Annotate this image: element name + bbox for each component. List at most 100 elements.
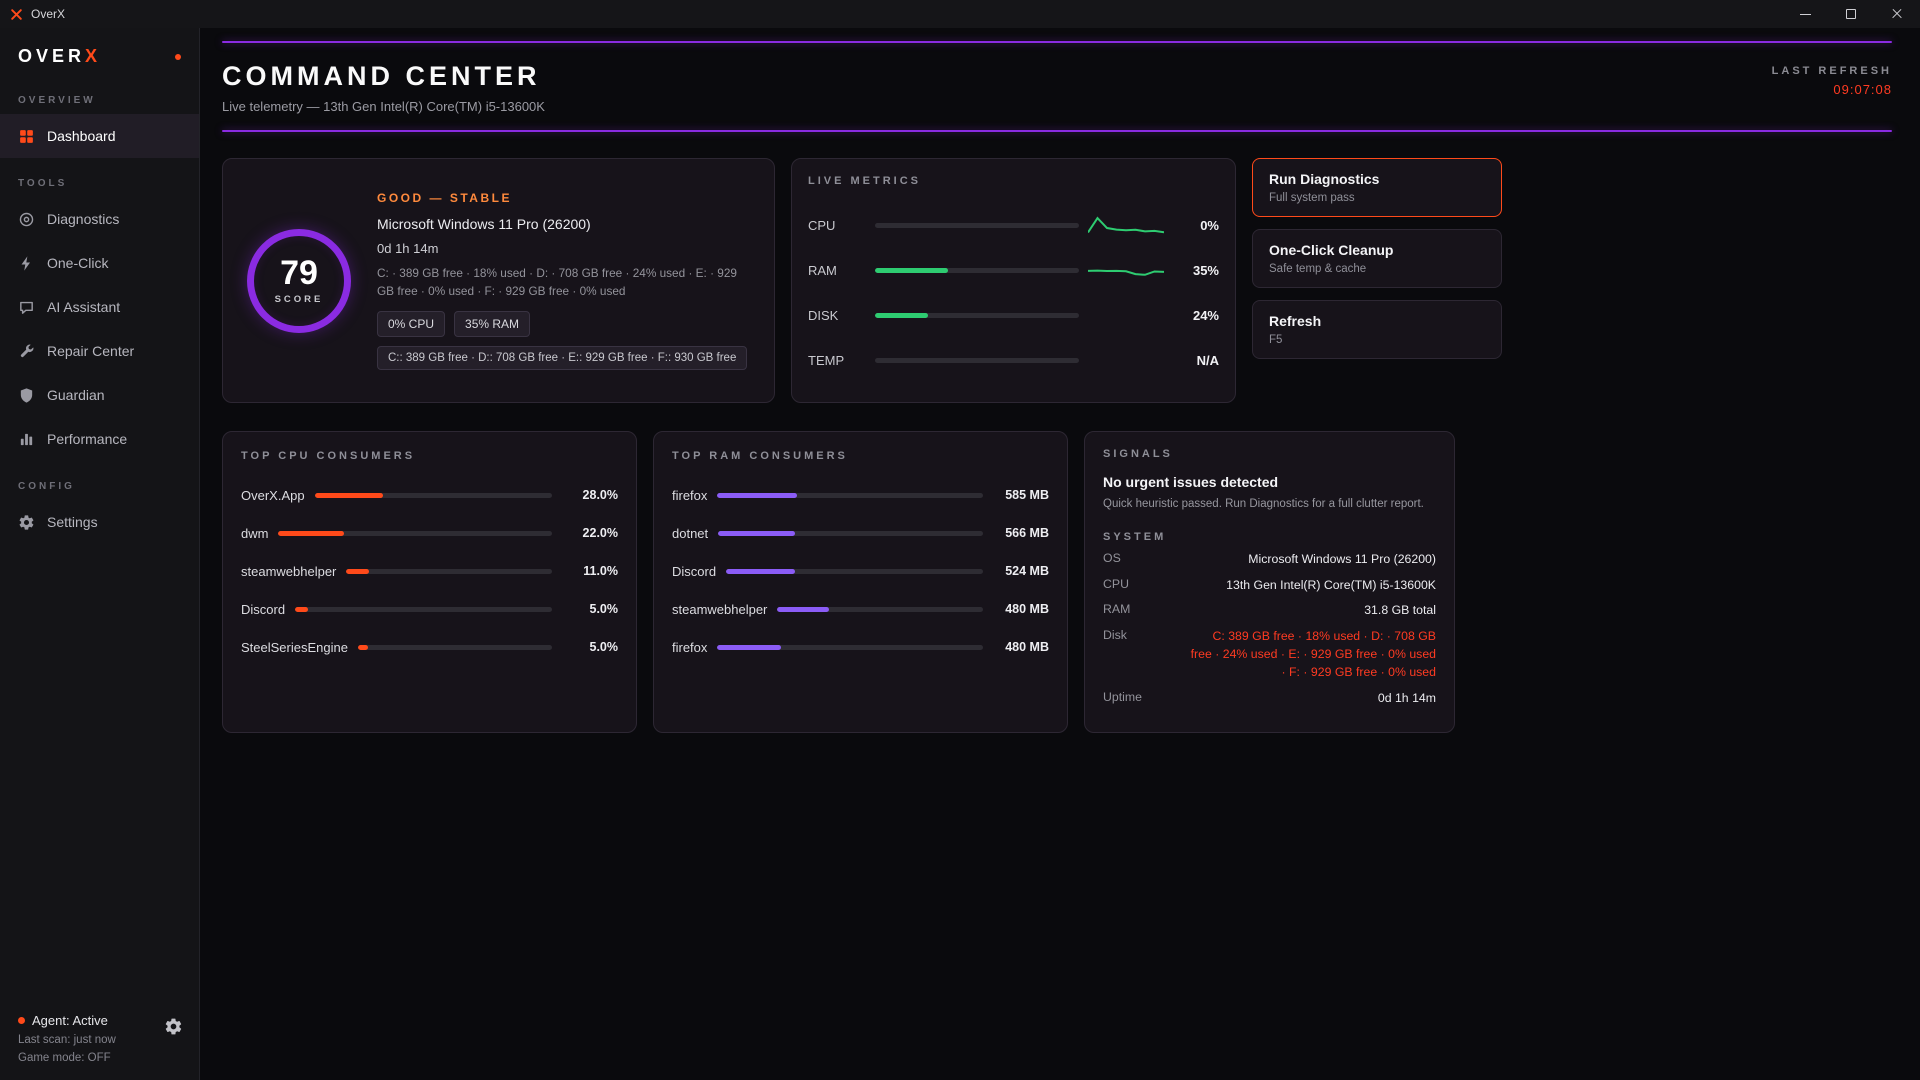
- consumer-row: firefox 585 MB: [672, 476, 1049, 514]
- consumer-bar-fill: [718, 531, 795, 536]
- last-refresh-label: LAST REFRESH: [1772, 65, 1892, 77]
- sidebar-item-settings[interactable]: Settings: [0, 500, 199, 544]
- sidebar-item-label: Repair Center: [47, 343, 134, 359]
- health-score-value: 79: [280, 256, 318, 290]
- sidebar-item-label: One-Click: [47, 255, 108, 271]
- sidebar-section: OVERVIEW Dashboard: [0, 75, 199, 158]
- sidebar-item-one-click[interactable]: One-Click: [0, 241, 199, 285]
- close-button[interactable]: [1874, 0, 1920, 28]
- sidebar-section: TOOLS Diagnostics One-Click AI Assistant…: [0, 158, 199, 461]
- metric-bar-track: [875, 313, 1079, 318]
- metric-value: N/A: [1173, 353, 1219, 368]
- health-os: Microsoft Windows 11 Pro (26200): [377, 216, 750, 232]
- consumer-bar-fill: [726, 569, 795, 574]
- page-header: COMMAND CENTER Live telemetry — 13th Gen…: [222, 61, 1892, 114]
- action-subtitle: Safe temp & cache: [1269, 263, 1485, 275]
- metric-row: TEMP N/A: [808, 338, 1219, 383]
- top-divider: [222, 41, 1892, 43]
- consumer-row: firefox 480 MB: [672, 628, 1049, 666]
- sidebar-item-ai-assistant[interactable]: AI Assistant: [0, 285, 199, 329]
- logo-status-dot: [175, 54, 181, 60]
- metric-row: DISK 24%: [808, 293, 1219, 338]
- action-one-click-cleanup[interactable]: One-Click Cleanup Safe temp & cache: [1252, 229, 1502, 288]
- grid-icon: [18, 128, 35, 145]
- process-name: Discord: [672, 564, 716, 579]
- system-info-row: Uptime 0d 1h 14m: [1103, 690, 1436, 708]
- metric-sparkline: [1088, 259, 1164, 283]
- consumer-bar-fill: [278, 531, 344, 536]
- metric-value: 0%: [1173, 218, 1219, 233]
- process-name: Discord: [241, 602, 285, 617]
- wrench-icon: [18, 343, 35, 360]
- sidebar-section-label: OVERVIEW: [0, 75, 199, 114]
- signals-description: Quick heuristic passed. Run Diagnostics …: [1103, 496, 1436, 513]
- window-controls: [1782, 0, 1920, 28]
- header-divider: [222, 130, 1892, 132]
- health-score-ring: 79 SCORE: [247, 229, 351, 333]
- sidebar-section-label: TOOLS: [0, 158, 199, 197]
- top-cpu-card: TOP CPU CONSUMERS OverX.App 28.0% dwm 22…: [222, 431, 637, 733]
- consumer-bar-track: [717, 493, 983, 498]
- consumer-bar-fill: [717, 493, 797, 498]
- metric-row: RAM 35%: [808, 248, 1219, 293]
- signals-title: SIGNALS: [1103, 448, 1436, 460]
- minimize-button[interactable]: [1782, 0, 1828, 28]
- system-value: 0d 1h 14m: [1378, 690, 1436, 708]
- action-title: Refresh: [1269, 313, 1485, 329]
- system-value: 31.8 GB total: [1364, 602, 1436, 620]
- sidebar-item-diagnostics[interactable]: Diagnostics: [0, 197, 199, 241]
- minimize-icon: [1800, 14, 1811, 15]
- consumer-row: Discord 524 MB: [672, 552, 1049, 590]
- metric-bar-track: [875, 268, 1079, 273]
- shield-icon: [18, 387, 35, 404]
- metric-bar-fill: [875, 313, 928, 318]
- system-info-list: OS Microsoft Windows 11 Pro (26200) CPU …: [1103, 551, 1436, 708]
- target-icon: [18, 211, 35, 228]
- logo-primary: OVER: [18, 46, 85, 66]
- process-name: firefox: [672, 640, 707, 655]
- health-uptime: 0d 1h 14m: [377, 241, 750, 256]
- consumer-bar-track: [718, 531, 983, 536]
- sidebar-item-performance[interactable]: Performance: [0, 417, 199, 461]
- consumer-bar-track: [295, 607, 552, 612]
- metric-sparkline: [1088, 349, 1164, 373]
- close-icon: [1891, 8, 1903, 20]
- consumer-bar-fill: [315, 493, 384, 498]
- action-run-diagnostics[interactable]: Run Diagnostics Full system pass: [1252, 158, 1502, 217]
- signals-headline: No urgent issues detected: [1103, 474, 1436, 490]
- sidebar-item-repair-center[interactable]: Repair Center: [0, 329, 199, 373]
- sidebar-section-label: CONFIG: [0, 461, 199, 500]
- process-name: firefox: [672, 488, 707, 503]
- process-value: 5.0%: [562, 640, 618, 654]
- last-scan-text: Last scan: just now: [18, 1034, 181, 1046]
- cpu-chip: 0% CPU: [377, 311, 445, 337]
- app-logo: OVERX: [0, 28, 199, 75]
- metric-sparkline: [1088, 214, 1164, 238]
- footer-settings-button[interactable]: [164, 1017, 183, 1036]
- cpu-consumer-list: OverX.App 28.0% dwm 22.0% steamwebhelper…: [241, 476, 618, 666]
- signals-card: SIGNALS No urgent issues detected Quick …: [1084, 431, 1455, 733]
- process-value: 480 MB: [993, 640, 1049, 654]
- top-ram-card: TOP RAM CONSUMERS firefox 585 MB dotnet …: [653, 431, 1068, 733]
- metric-label: CPU: [808, 218, 866, 233]
- sidebar-item-guardian[interactable]: Guardian: [0, 373, 199, 417]
- system-value: Microsoft Windows 11 Pro (26200): [1248, 551, 1436, 569]
- game-mode-text: Game mode: OFF: [18, 1052, 181, 1064]
- disk-chip: C:: 389 GB free · D:: 708 GB free · E:: …: [377, 346, 747, 370]
- process-value: 5.0%: [562, 602, 618, 616]
- bolt-icon: [18, 255, 35, 272]
- live-metrics-card: LIVE METRICS CPU 0% RAM 35% DISK 24% TEM…: [791, 158, 1236, 403]
- action-list: Run Diagnostics Full system pass One-Cli…: [1252, 158, 1502, 403]
- maximize-button[interactable]: [1828, 0, 1874, 28]
- sidebar-item-label: Diagnostics: [47, 211, 119, 227]
- ram-consumer-list: firefox 585 MB dotnet 566 MB Discord 524…: [672, 476, 1049, 666]
- system-key: Uptime: [1103, 690, 1142, 704]
- sidebar-item-dashboard[interactable]: Dashboard: [0, 114, 199, 158]
- sidebar-item-label: Settings: [47, 514, 98, 530]
- metric-label: RAM: [808, 263, 866, 278]
- action-title: Run Diagnostics: [1269, 171, 1485, 187]
- consumer-row: SteelSeriesEngine 5.0%: [241, 628, 618, 666]
- action-title: One-Click Cleanup: [1269, 242, 1485, 258]
- metric-bar-track: [875, 223, 1079, 228]
- action-refresh[interactable]: Refresh F5: [1252, 300, 1502, 359]
